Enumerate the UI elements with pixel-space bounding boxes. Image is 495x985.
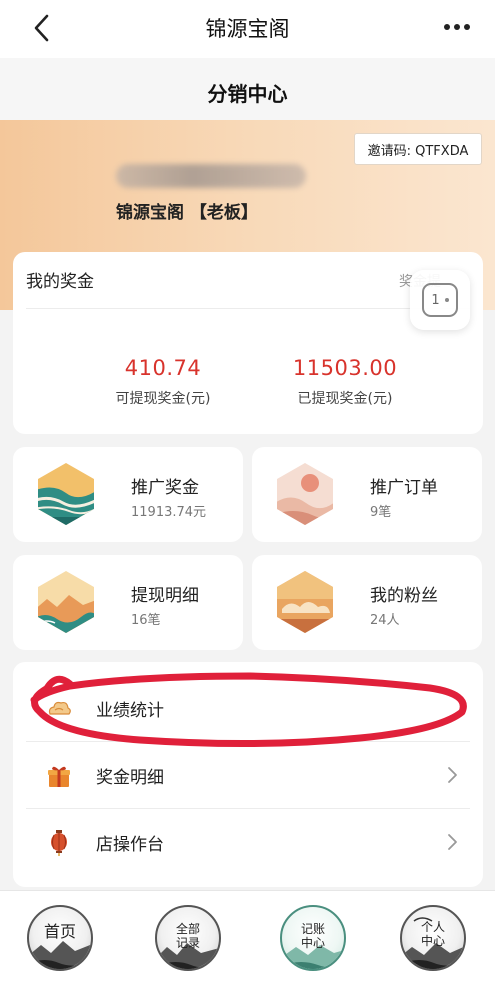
menu-item-bonus-details[interactable]: 奖金明细 bbox=[13, 742, 483, 808]
withdrawable-label: 可提现奖金(元) bbox=[115, 391, 211, 407]
lantern-icon bbox=[51, 830, 67, 856]
more-options-button[interactable] bbox=[439, 12, 475, 42]
page-title: 分销中心 bbox=[207, 82, 288, 106]
withdrawn-amount: 11503.00 bbox=[292, 356, 398, 380]
tab-personal-center[interactable]: 个人 中心 bbox=[400, 905, 466, 971]
menu-list: 业绩统计 奖金明细 店操作台 bbox=[13, 662, 483, 887]
tile-promotion-bonus[interactable]: 推广奖金 11913.74元 bbox=[13, 447, 243, 542]
floating-button-icon: 1 bbox=[422, 283, 458, 317]
cloud-icon bbox=[48, 701, 71, 715]
floating-assist-button[interactable]: 1 bbox=[410, 270, 470, 330]
store-name: 锦源宝阁 【老板】 bbox=[116, 203, 258, 223]
withdrawn-label: 已提现奖金(元) bbox=[297, 391, 393, 407]
tab-label: 记账 bbox=[300, 922, 325, 936]
mountain-wave-icon bbox=[38, 571, 94, 633]
tab-label: 个人 bbox=[420, 920, 445, 934]
withdrawable-amount: 410.74 bbox=[124, 356, 202, 380]
menu-item-store-console[interactable]: 店操作台 bbox=[13, 809, 483, 875]
tab-label: 首页 bbox=[43, 922, 76, 941]
tab-label: 全部 bbox=[175, 922, 200, 936]
tab-label-line2: 记录 bbox=[175, 936, 200, 950]
app-title: 锦源宝阁 bbox=[205, 17, 290, 41]
menu-item-label: 奖金明细 bbox=[96, 768, 164, 788]
chevron-right-icon bbox=[448, 834, 457, 850]
gift-icon bbox=[48, 766, 70, 787]
bottom-tab-bar: 首页 全部 记录 记账 中心 个人 中心 bbox=[0, 890, 495, 985]
tile-value: 9笔 bbox=[370, 505, 392, 520]
tile-withdrawal-details[interactable]: 提现明细 16笔 bbox=[13, 555, 243, 650]
tile-label: 提现明细 bbox=[131, 586, 199, 606]
golden-cloud-icon bbox=[277, 571, 333, 633]
landscape-river-icon bbox=[38, 463, 94, 525]
bonus-title: 我的奖金 bbox=[26, 272, 94, 292]
menu-item-label: 业绩统计 bbox=[96, 701, 164, 721]
chevron-right-icon bbox=[448, 767, 457, 783]
tile-value: 16笔 bbox=[131, 613, 161, 628]
tile-value: 24人 bbox=[370, 613, 400, 628]
tab-home[interactable]: 首页 bbox=[27, 905, 93, 971]
tab-label-line2: 中心 bbox=[420, 934, 445, 948]
divider bbox=[26, 308, 470, 309]
tile-value: 11913.74元 bbox=[131, 505, 207, 520]
tab-all-records[interactable]: 全部 记录 bbox=[155, 905, 221, 971]
blurred-user-name bbox=[116, 164, 306, 188]
tab-bookkeeping-center[interactable]: 记账 中心 bbox=[280, 905, 346, 971]
tab-label-line2: 中心 bbox=[300, 936, 325, 950]
more-dots-icon bbox=[444, 24, 450, 30]
tile-my-fans[interactable]: 我的粉丝 24人 bbox=[252, 555, 482, 650]
invite-code-badge[interactable]: 邀请码: QTFXDA bbox=[354, 133, 482, 165]
tile-label: 推广奖金 bbox=[131, 478, 199, 498]
menu-item-label: 店操作台 bbox=[96, 835, 164, 855]
tile-promotion-orders[interactable]: 推广订单 9笔 bbox=[252, 447, 482, 542]
menu-item-performance-stats[interactable]: 业绩统计 bbox=[13, 675, 483, 741]
tile-label: 推广订单 bbox=[370, 478, 438, 498]
tile-label: 我的粉丝 bbox=[370, 586, 438, 606]
sunset-landscape-icon bbox=[277, 463, 333, 525]
